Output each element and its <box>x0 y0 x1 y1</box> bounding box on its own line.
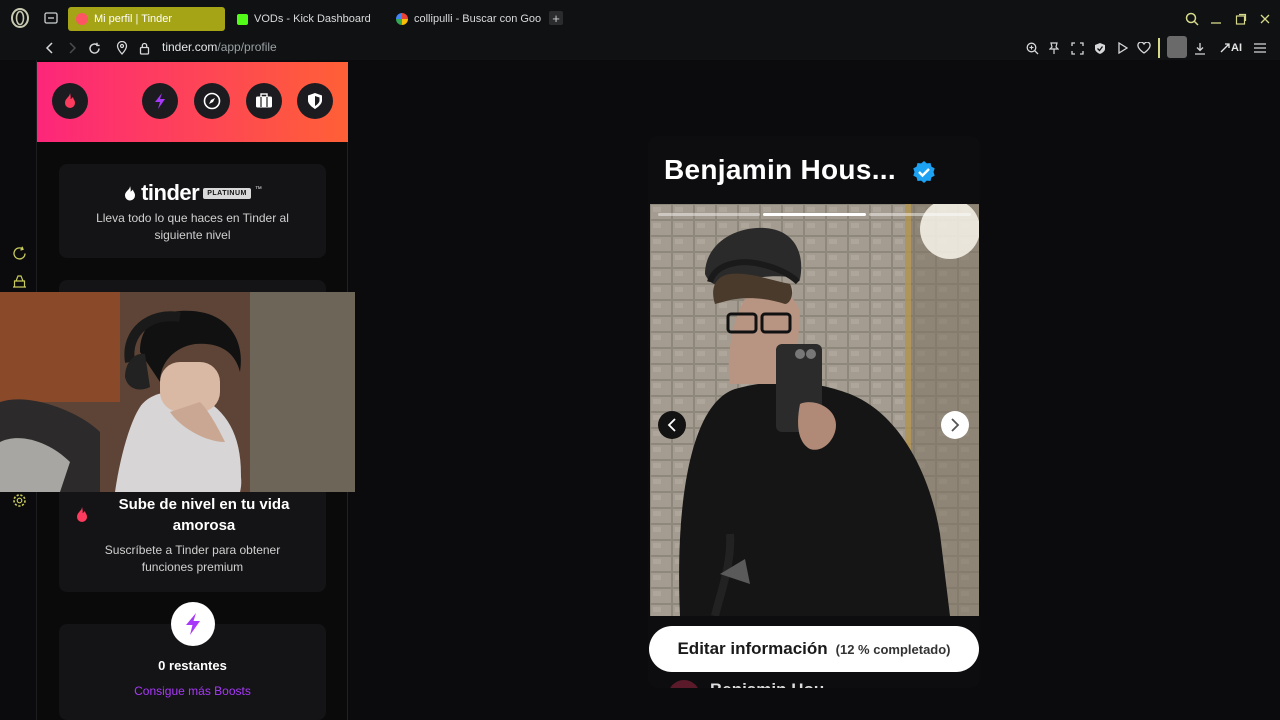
tab-label: Mi perfil | Tinder <box>94 13 173 25</box>
url-host: tinder.com <box>162 40 218 54</box>
chevron-left-icon <box>667 418 676 432</box>
divider <box>1158 38 1160 58</box>
premium-title: Sube de nivel en tu vida amorosa <box>118 496 290 534</box>
kick-favicon-icon <box>237 13 248 25</box>
photo-progress-bar[interactable] <box>763 213 866 216</box>
platinum-card[interactable]: tinder PLATINUM ™ Lleva todo lo que hace… <box>59 164 326 258</box>
premium-flame-icon <box>77 507 87 522</box>
profile-photo[interactable] <box>650 204 979 616</box>
back-icon[interactable] <box>42 40 58 56</box>
next-section-avatar <box>668 680 700 688</box>
shield-adblock-icon[interactable] <box>1092 40 1108 56</box>
tab-kick-vods[interactable]: VODs - Kick Dashboard <box>229 7 389 31</box>
platinum-badge: PLATINUM <box>203 187 251 199</box>
new-tab-plus-icon[interactable]: + <box>549 11 563 26</box>
zoom-icon[interactable] <box>1024 40 1040 56</box>
opera-logo-icon[interactable] <box>10 8 30 28</box>
location-pin-icon[interactable] <box>114 40 130 56</box>
download-icon[interactable] <box>1192 40 1208 56</box>
compass-icon <box>203 92 221 110</box>
ai-label: AI <box>1231 42 1242 54</box>
url-path: /app/profile <box>217 40 277 54</box>
tab-tinder-profile[interactable]: Mi perfil | Tinder <box>68 7 225 31</box>
tinder-home-button[interactable] <box>52 83 88 119</box>
previous-photo-button[interactable] <box>658 411 686 439</box>
play-icon[interactable] <box>1114 40 1130 56</box>
search-icon[interactable] <box>1184 11 1200 27</box>
boosts-card: 0 restantes Consigue más Boosts <box>59 602 326 720</box>
edit-info-label: Editar información <box>677 639 828 658</box>
boost-button[interactable] <box>142 83 178 119</box>
tinder-flame-icon <box>125 185 136 200</box>
forward-icon[interactable] <box>64 40 80 56</box>
verified-badge-icon <box>913 161 935 183</box>
safety-button[interactable] <box>297 83 333 119</box>
lightning-icon <box>155 93 165 109</box>
minimize-icon[interactable] <box>1208 11 1224 27</box>
profile-name: Benjamin Hous... <box>664 154 896 185</box>
next-section-text: Benjamin Hou <box>710 680 824 688</box>
shield-icon <box>308 93 322 109</box>
snapshot-icon[interactable] <box>1069 40 1085 56</box>
explore-button[interactable] <box>194 83 230 119</box>
address-bar: tinder.com/app/profile AI <box>0 36 1280 60</box>
heart-icon[interactable] <box>1136 40 1152 56</box>
photo-progress-bar[interactable] <box>658 213 761 216</box>
premium-description: Suscríbete a Tinder para obtener funcion… <box>104 543 281 574</box>
tab-google-search[interactable]: collipulli - Buscar con Goo <box>388 7 544 31</box>
pin-icon[interactable] <box>1046 40 1062 56</box>
profile-card: Benjamin Hous... Editar información (12 … <box>648 136 980 688</box>
profile-photo-image <box>650 204 979 616</box>
menu-icon[interactable] <box>1252 40 1268 56</box>
history-icon[interactable] <box>11 245 27 261</box>
tab-bar: Mi perfil | Tinder VODs - Kick Dashboard… <box>0 0 1280 36</box>
tab-label: collipulli - Buscar con Goo <box>414 13 542 25</box>
extensions-icon[interactable] <box>11 273 27 289</box>
url-field[interactable]: tinder.com/app/profile <box>162 40 277 54</box>
get-more-boosts-link[interactable]: Consigue más Boosts <box>59 684 326 698</box>
chevron-right-icon <box>951 418 960 432</box>
trademark: ™ <box>254 185 262 193</box>
close-icon[interactable] <box>1257 11 1273 27</box>
briefcase-icon <box>256 93 272 108</box>
google-favicon-icon <box>396 13 408 25</box>
completion-label: (12 % completado) <box>835 641 951 657</box>
sidebar-header <box>37 62 348 142</box>
next-photo-button[interactable] <box>941 411 969 439</box>
browser-window: Mi perfil | Tinder VODs - Kick Dashboard… <box>0 0 1280 720</box>
boost-lightning-icon <box>186 613 200 635</box>
edit-info-button[interactable]: Editar información (12 % completado) <box>649 626 979 672</box>
tab-label: VODs - Kick Dashboard <box>254 13 371 25</box>
next-section-partial: Benjamin Hou <box>668 678 868 688</box>
tinder-favicon-icon <box>76 13 88 25</box>
tab-snapshot-icon[interactable] <box>43 11 59 25</box>
aria-ai-icon[interactable]: AI <box>1218 40 1244 56</box>
maximize-icon[interactable] <box>1233 11 1249 27</box>
profile-avatar[interactable] <box>1167 36 1187 58</box>
webcam-feed-image <box>0 292 355 492</box>
photo-progress-bars <box>658 213 971 216</box>
photo-progress-bar[interactable] <box>868 213 971 216</box>
webcam-overlay <box>0 292 355 492</box>
boost-circle[interactable] <box>171 602 215 646</box>
platinum-description: Lleva todo lo que haces en Tinder al sig… <box>96 211 289 242</box>
boosts-remaining: 0 restantes <box>158 658 227 673</box>
settings-icon[interactable] <box>11 492 27 508</box>
tinder-platinum-logo: tinder PLATINUM ™ <box>59 180 326 206</box>
tinder-wordmark: tinder <box>141 180 200 205</box>
work-button[interactable] <box>246 83 282 119</box>
flame-icon <box>65 93 75 108</box>
lock-icon[interactable] <box>136 40 152 56</box>
reload-icon[interactable] <box>86 40 102 56</box>
